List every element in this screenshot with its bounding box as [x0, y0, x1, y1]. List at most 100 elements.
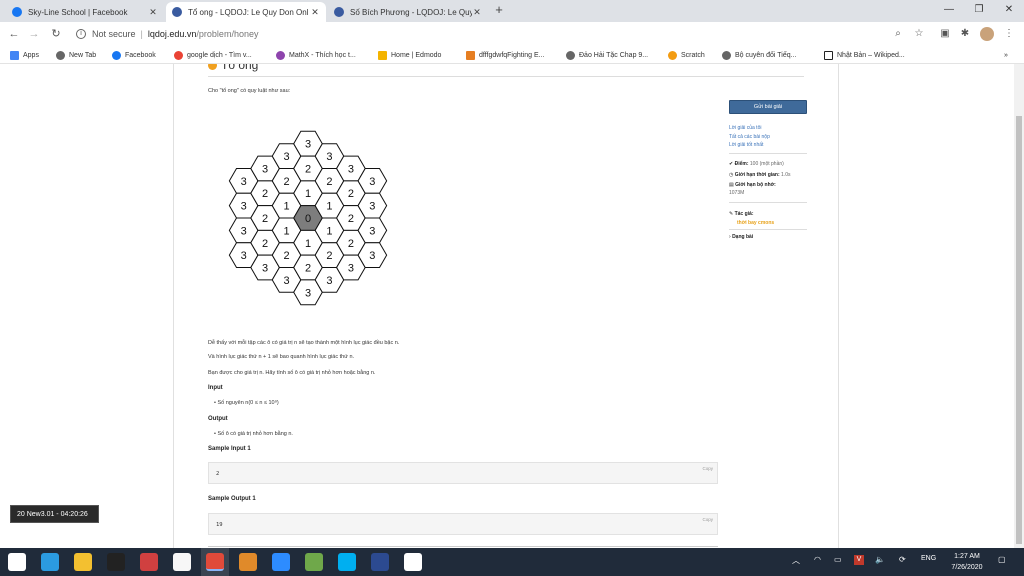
- url-host: lqdoj.edu.vn: [147, 29, 197, 39]
- info-icon[interactable]: i: [76, 29, 86, 39]
- windows-start-icon[interactable]: [8, 553, 26, 571]
- bookmark-facebook[interactable]: Facebook: [112, 49, 156, 61]
- bookmark-mathx[interactable]: MathX - Thích học t...: [276, 49, 356, 61]
- honeycomb-cell: [271, 242, 302, 269]
- honeycomb-cell: [314, 143, 345, 169]
- honeycomb-cell: [228, 192, 259, 219]
- paint-icon[interactable]: [140, 553, 158, 571]
- new-tab-button[interactable]: +: [492, 3, 506, 17]
- problem-card: Tổ ong Cho "tổ ong" có quy luật như sau:…: [173, 64, 839, 548]
- copy-button[interactable]: Copy: [702, 466, 713, 471]
- address-bar[interactable]: i Not secure | lqdoj.edu.vn /problem/hon…: [70, 24, 926, 44]
- tab-facebook[interactable]: Sky-Line School | Facebook ✕: [6, 2, 164, 22]
- honeycomb-cell: [314, 217, 345, 244]
- honeycomb-cell-label: 3: [283, 275, 289, 287]
- my-submissions-link[interactable]: Lời giải của tôi: [729, 125, 761, 131]
- puzzle-icon[interactable]: ✱: [958, 27, 972, 41]
- maximize-button[interactable]: ❐: [964, 0, 994, 22]
- close-tab-icon[interactable]: ✕: [472, 7, 482, 18]
- reload-icon[interactable]: ↻: [48, 26, 64, 42]
- chrome-icon[interactable]: [206, 553, 224, 571]
- forward-arrow-icon[interactable]: →: [26, 26, 42, 42]
- honeycomb-cell-label: 3: [241, 250, 247, 262]
- minecraft-icon[interactable]: [305, 553, 323, 571]
- divider: [208, 76, 804, 77]
- bookmark-new-tab[interactable]: New Tab: [56, 49, 96, 61]
- bookmark-edmodo[interactable]: Home | Edmodo: [378, 49, 441, 61]
- extension-icon[interactable]: ▣: [938, 27, 952, 41]
- back-arrow-icon[interactable]: ←: [6, 26, 22, 42]
- game-icon[interactable]: [239, 553, 257, 571]
- honeycomb-cell: [271, 143, 302, 169]
- problem-type-toggle[interactable]: › Dạng bài: [729, 234, 753, 240]
- bookmark-label: Đảo Hải Tặc Chap 9...: [579, 51, 649, 59]
- all-submissions-link[interactable]: Tất cả các bài nộp: [729, 134, 770, 140]
- app-icon[interactable]: [371, 553, 389, 571]
- honeycomb-cell: [314, 242, 345, 269]
- bookmark-label: dfffgdwfqFighting E...: [479, 51, 545, 59]
- bookmark-fighting[interactable]: dfffgdwfqFighting E...: [466, 49, 545, 61]
- battery-icon[interactable]: ▭: [834, 555, 842, 564]
- problem-type-label: Dạng bài: [732, 234, 754, 240]
- page-scrollbar[interactable]: [1014, 64, 1024, 548]
- copy-button[interactable]: Copy: [702, 517, 713, 522]
- notification-icon[interactable]: ▢: [998, 555, 1006, 564]
- apps-grid-icon: [10, 50, 19, 60]
- menu-kebab-icon[interactable]: ⋮: [1002, 27, 1016, 41]
- author-link[interactable]: thời bay cmons: [737, 220, 774, 226]
- time-limit-label: Giới hạn thời gian:: [734, 172, 780, 178]
- terminal-icon[interactable]: [107, 553, 125, 571]
- globe-icon: [566, 50, 575, 60]
- zoom-icon[interactable]: [272, 553, 290, 571]
- tab-honey[interactable]: Tổ ong - LQDOJ: Le Quy Don Onl ✕: [166, 2, 326, 22]
- security-label: Not secure: [92, 29, 136, 39]
- antivirus-icon[interactable]: V: [854, 555, 864, 565]
- bookmark-apps[interactable]: Apps: [10, 49, 39, 61]
- volume-icon[interactable]: 🔈: [875, 555, 885, 564]
- honeycomb-cell-label: 2: [262, 213, 268, 225]
- output-heading: Output: [208, 416, 228, 422]
- lqdoj-icon: [172, 7, 182, 17]
- bookmark-wikipedia[interactable]: Nhật Bản – Wikiped...: [824, 49, 905, 61]
- skype-icon[interactable]: [338, 553, 356, 571]
- edge-icon[interactable]: [41, 553, 59, 571]
- minimize-button[interactable]: —: [934, 0, 964, 22]
- language-indicator[interactable]: ENG: [921, 555, 936, 562]
- input-heading: Input: [208, 385, 223, 391]
- bookmarks-overflow-icon[interactable]: »: [1004, 49, 1008, 61]
- input-bullet: • Số nguyên n(0 ≤ n ≤ 10⁹): [214, 400, 279, 406]
- submit-solution-button[interactable]: Gửi bài giải: [729, 100, 807, 114]
- honeycomb-cell: [314, 167, 345, 194]
- honeycomb-cell-label: 1: [326, 225, 332, 237]
- tray-chevron-icon[interactable]: ︿: [792, 555, 800, 566]
- settings-icon[interactable]: [404, 553, 422, 571]
- clock-time: 1:27 AM: [954, 553, 980, 560]
- bookmark-bo-chuyen-doi[interactable]: Bộ cuyên đổi Tiếq...: [722, 49, 796, 61]
- store-icon[interactable]: [173, 553, 191, 571]
- memory-limit-info: ▤ Giới hạn bộ nhớ:: [729, 182, 776, 188]
- time-limit-value: 1.0s: [781, 172, 791, 178]
- honeycomb-cell-label: 2: [262, 188, 268, 200]
- network-icon[interactable]: ◠: [814, 555, 821, 564]
- best-submissions-link[interactable]: Lời giải tốt nhất: [729, 142, 763, 148]
- sync-icon[interactable]: ⟳: [899, 555, 906, 564]
- close-tab-icon[interactable]: ✕: [310, 7, 320, 18]
- clock-date: 7/26/2020: [951, 564, 983, 571]
- scrollbar-thumb[interactable]: [1016, 116, 1022, 544]
- zoom-search-icon[interactable]: ⌕: [891, 27, 905, 41]
- honeycomb-cell-label: 3: [369, 250, 375, 262]
- bookmark-google-dich[interactable]: google dịch - Tìm v...: [174, 49, 252, 61]
- file-explorer-icon[interactable]: [74, 553, 92, 571]
- close-tab-icon[interactable]: ✕: [148, 7, 158, 18]
- bookmark-dao-hai-tac[interactable]: Đảo Hải Tặc Chap 9...: [566, 49, 648, 61]
- clock-icon: ◷: [729, 172, 734, 178]
- close-window-button[interactable]: ✕: [994, 0, 1024, 22]
- profile-avatar[interactable]: [980, 27, 994, 41]
- tab-so-bich-phuong[interactable]: Số Bích Phương - LQDOJ: Le Quy ✕: [328, 2, 488, 22]
- bookmark-star-icon[interactable]: ☆: [912, 27, 926, 41]
- bookmark-scratch[interactable]: Scratch: [668, 49, 705, 61]
- taskbar-clock[interactable]: 1:27 AM 7/26/2020: [940, 551, 994, 573]
- page-viewport: Tổ ong Cho "tổ ong" có quy luật như sau:…: [0, 64, 1024, 548]
- honeycomb-cell-label: 2: [348, 188, 354, 200]
- honeycomb-cell: [314, 267, 345, 293]
